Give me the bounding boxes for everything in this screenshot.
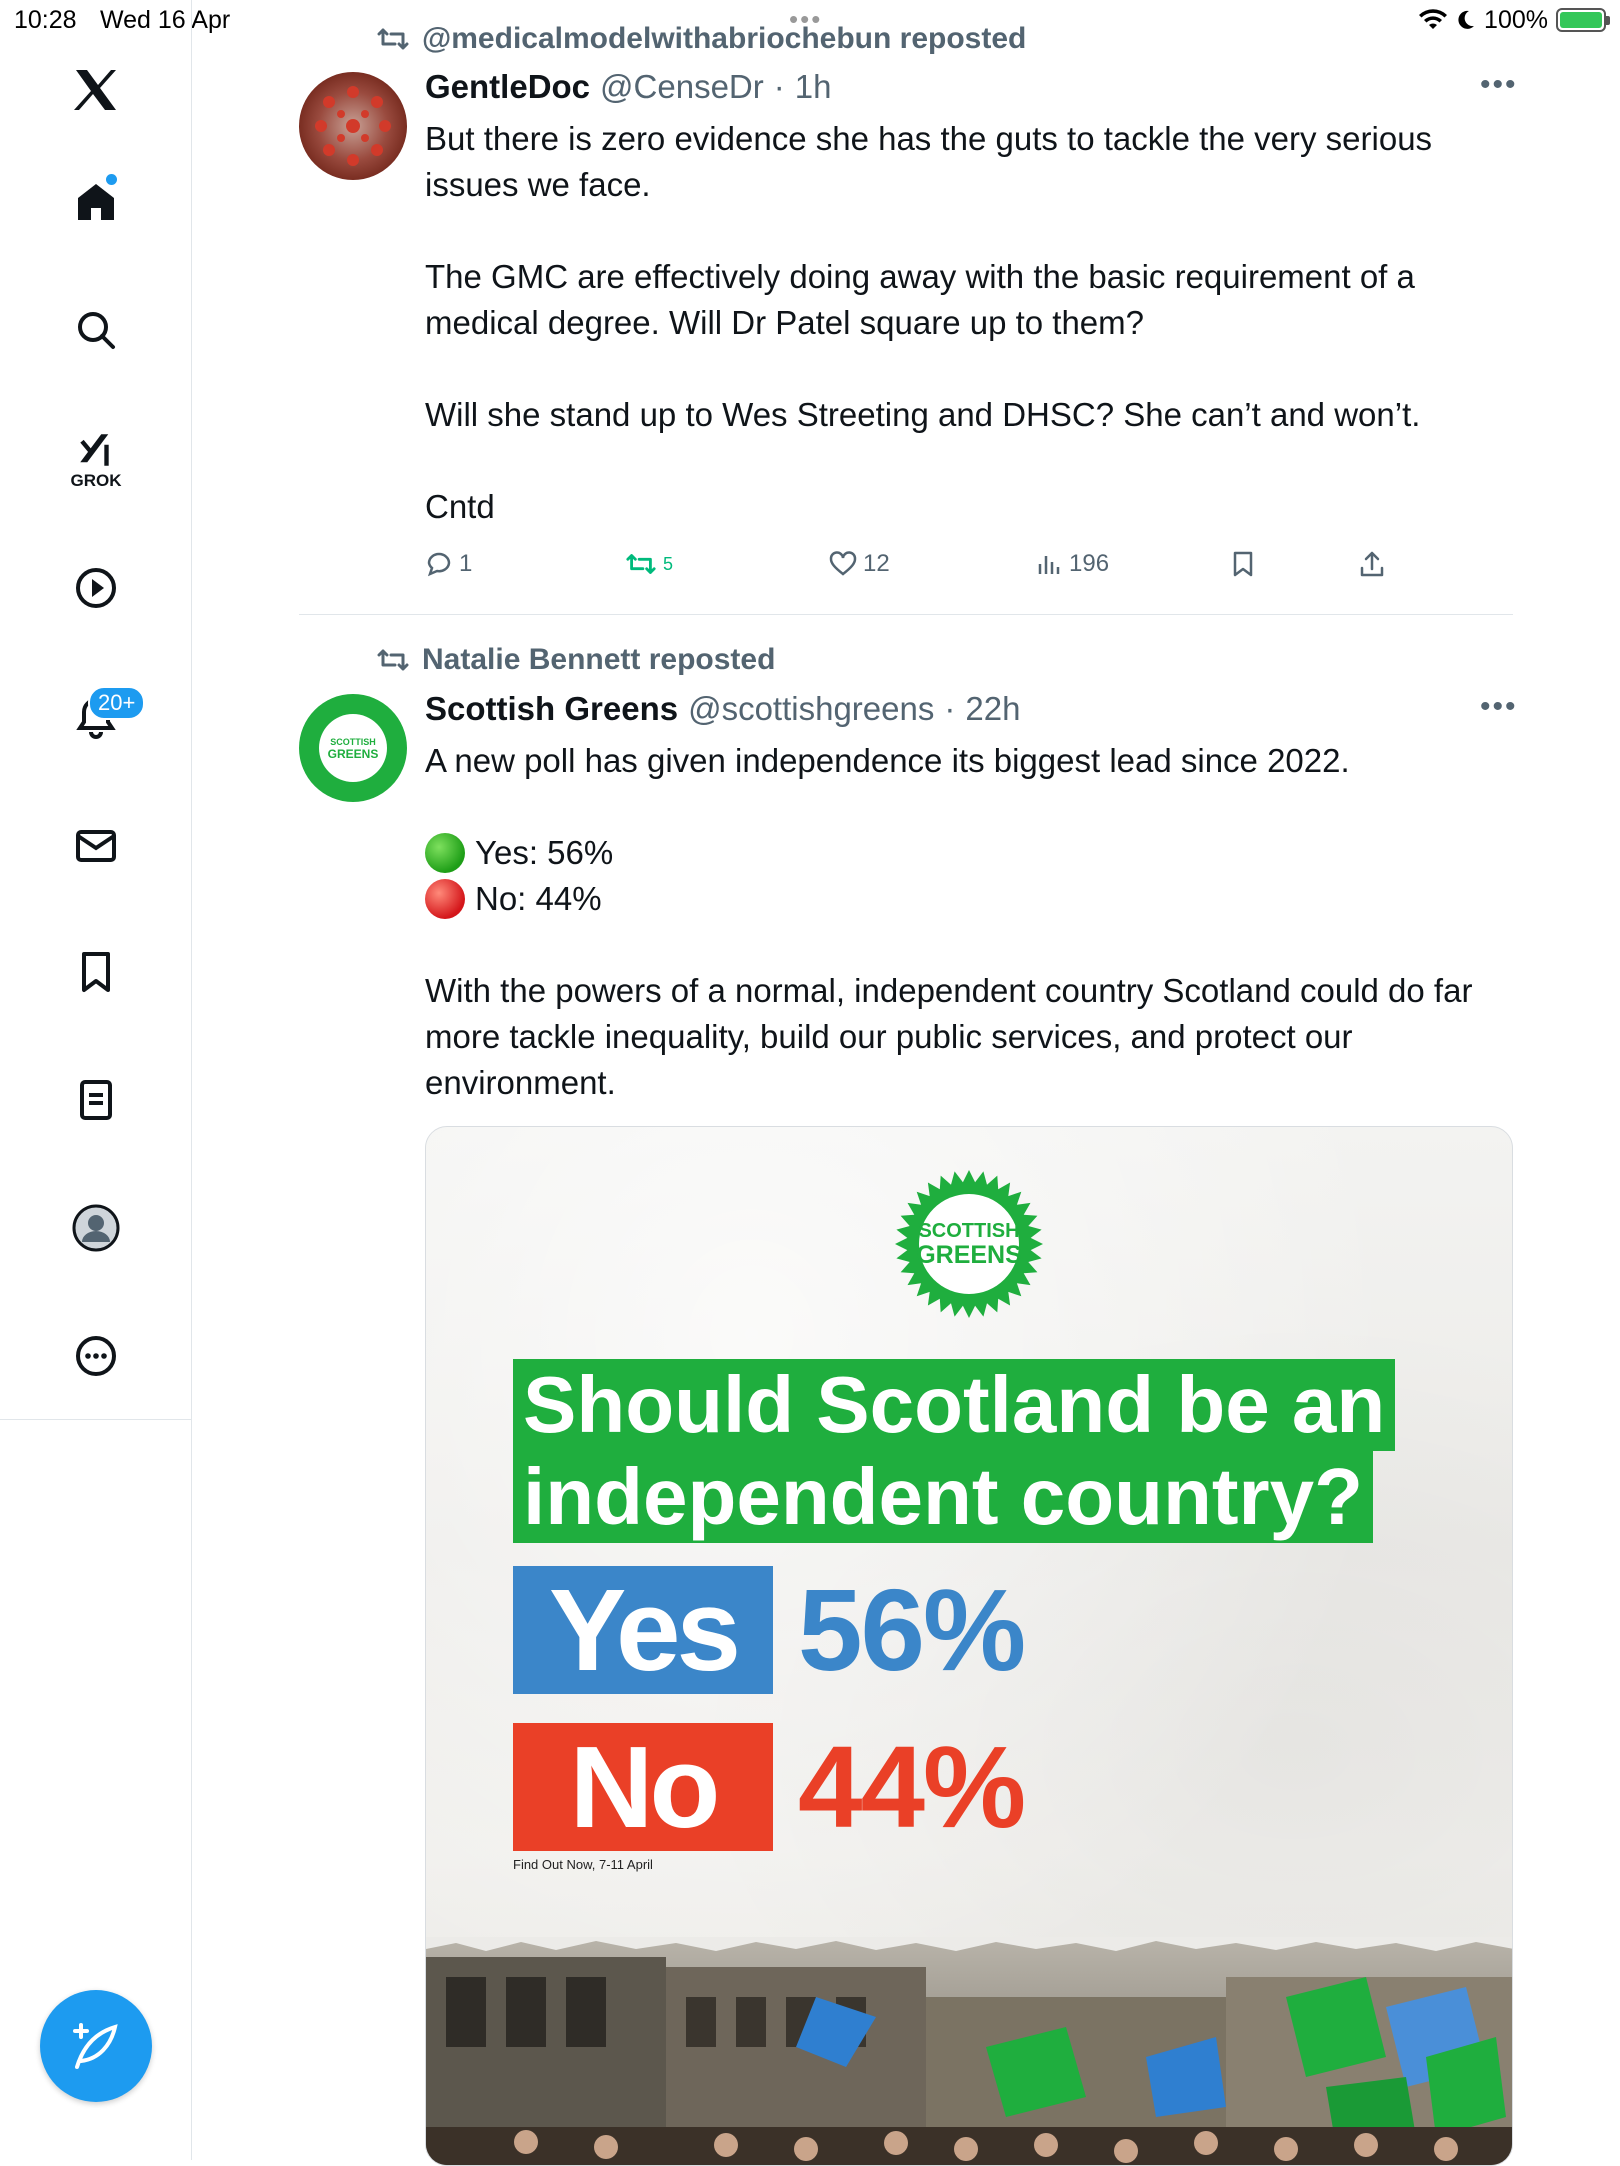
tweet-more-icon[interactable]: •••: [1480, 68, 1518, 102]
views-button[interactable]: 196: [1037, 550, 1109, 578]
repost-context[interactable]: Natalie Bennett reposted: [376, 643, 775, 677]
logo-line-1: SCOTTISH: [918, 1220, 1020, 1242]
repost-button[interactable]: 5: [625, 551, 673, 577]
reply-button[interactable]: 1: [425, 550, 472, 578]
like-count: 12: [863, 550, 890, 577]
share-icon: [1360, 551, 1384, 577]
repost-icon: [377, 28, 409, 50]
no-label: No: [513, 1723, 773, 1851]
author-handle[interactable]: @scottishgreens: [688, 690, 934, 728]
compose-button[interactable]: [40, 1990, 152, 2102]
status-indicators: 100%: [1418, 4, 1610, 36]
sidebar-item-messages[interactable]: [46, 796, 146, 896]
home-unread-dot: [106, 174, 117, 185]
author-name[interactable]: GentleDoc: [425, 68, 590, 106]
search-icon: [78, 312, 115, 349]
grok-icon: [80, 434, 109, 466]
reply-count: 1: [459, 550, 473, 577]
repost-icon: [377, 649, 409, 671]
crowd-photo: [426, 1937, 1512, 2165]
profile-avatar-icon: [72, 1204, 120, 1252]
sidebar-item-grok[interactable]: GROK: [46, 410, 146, 510]
moon-icon: [1458, 10, 1475, 29]
notifications-badge: 20+: [88, 686, 146, 720]
tweet-text-body: With the powers of a normal, independent…: [425, 972, 1482, 1101]
bookmark-icon: [1233, 551, 1253, 577]
scottish-greens-avatar[interactable]: SCOTTISH GREENS: [299, 694, 407, 802]
view-count: 196: [1069, 550, 1110, 577]
like-button[interactable]: 12: [829, 550, 890, 578]
sidebar-item-lists[interactable]: [46, 1050, 146, 1150]
sidebar-item-search[interactable]: [46, 280, 146, 380]
green-circle-icon: [425, 833, 465, 873]
poll-source: Find Out Now, 7-11 April: [513, 1857, 653, 1872]
separator: ·: [773, 68, 785, 105]
bookmark-button[interactable]: [1231, 550, 1255, 578]
wifi-icon: [1419, 9, 1448, 29]
sidebar-divider: [0, 1419, 192, 1420]
yes-value: 56%: [798, 1565, 1026, 1695]
yes-line: Yes: 56%: [425, 830, 613, 876]
tweet-actions: 1 5 12 196: [425, 546, 1505, 582]
repost-icon: [626, 554, 656, 574]
repost-count: 5: [663, 553, 674, 574]
sidebar-item-bookmarks[interactable]: [46, 922, 146, 1022]
bookmark-icon: [82, 952, 110, 992]
list-icon: [80, 1080, 112, 1120]
tweet-more-icon[interactable]: •••: [1480, 690, 1518, 724]
repost-context[interactable]: @medicalmodelwithabriochebun reposted: [376, 22, 1026, 56]
no-value: 44%: [798, 1722, 1026, 1852]
sidebar-item-profile[interactable]: [46, 1178, 146, 1278]
tweet-image[interactable]: SCOTTISH GREENS Should Scotland be an in…: [425, 1126, 1513, 2166]
yes-line-text: Yes: 56%: [475, 834, 614, 871]
tweet-text: But there is zero evidence she has the g…: [425, 120, 1433, 525]
play-circle-icon: [76, 568, 116, 608]
envelope-icon: [76, 830, 116, 862]
tweet-header: GentleDoc @CenseDr · 1h: [425, 68, 831, 106]
heart-icon: [829, 551, 857, 576]
views-chart-icon: [1038, 556, 1060, 574]
avatar-logo-line-2: GREENS: [327, 747, 379, 761]
tweet-time[interactable]: 1h: [795, 68, 832, 106]
tweet-header: Scottish Greens @scottishgreens · 22h: [425, 690, 1020, 728]
author-name[interactable]: Scottish Greens: [425, 690, 678, 728]
grok-label: GROK: [70, 471, 122, 490]
tweet-time[interactable]: 22h: [965, 690, 1020, 728]
gentledoc-avatar[interactable]: [299, 72, 407, 180]
avatar-logo: SCOTTISH GREENS: [319, 714, 387, 782]
share-button[interactable]: [1359, 550, 1385, 578]
battery-icon: [1556, 8, 1610, 32]
tweet-text-intro: A new poll has given independence its bi…: [425, 742, 1350, 779]
yes-label: Yes: [513, 1566, 773, 1694]
scottish-greens-logo: SCOTTISH GREENS: [894, 1169, 1044, 1319]
no-line-text: No: 44%: [475, 880, 602, 917]
more-circle-icon: [76, 1336, 116, 1376]
question-line-1: Should Scotland be an: [513, 1359, 1396, 1451]
question-line-2: independent country?: [513, 1451, 1373, 1543]
red-circle-icon: [425, 879, 465, 919]
logo-line-2: GREENS: [916, 1241, 1022, 1269]
reply-icon: [427, 552, 451, 577]
author-handle[interactable]: @CenseDr: [600, 68, 764, 106]
battery-percent: 100%: [1484, 5, 1548, 34]
repost-context-text: @medicalmodelwithabriochebun reposted: [422, 22, 1027, 55]
compose-feather-icon: [73, 2023, 118, 2069]
sidebar-item-video[interactable]: [46, 538, 146, 638]
x-logo-icon[interactable]: [46, 40, 146, 140]
sidebar: GROK 20+: [0, 0, 192, 2160]
tweet-divider: [299, 614, 1513, 615]
home-icon: [78, 184, 114, 220]
separator: ·: [944, 690, 956, 727]
sidebar-item-more[interactable]: [46, 1306, 146, 1406]
sidebar-item-home[interactable]: [46, 152, 146, 252]
repost-context-text: Natalie Bennett reposted: [422, 643, 776, 676]
no-line: No: 44%: [425, 876, 602, 922]
